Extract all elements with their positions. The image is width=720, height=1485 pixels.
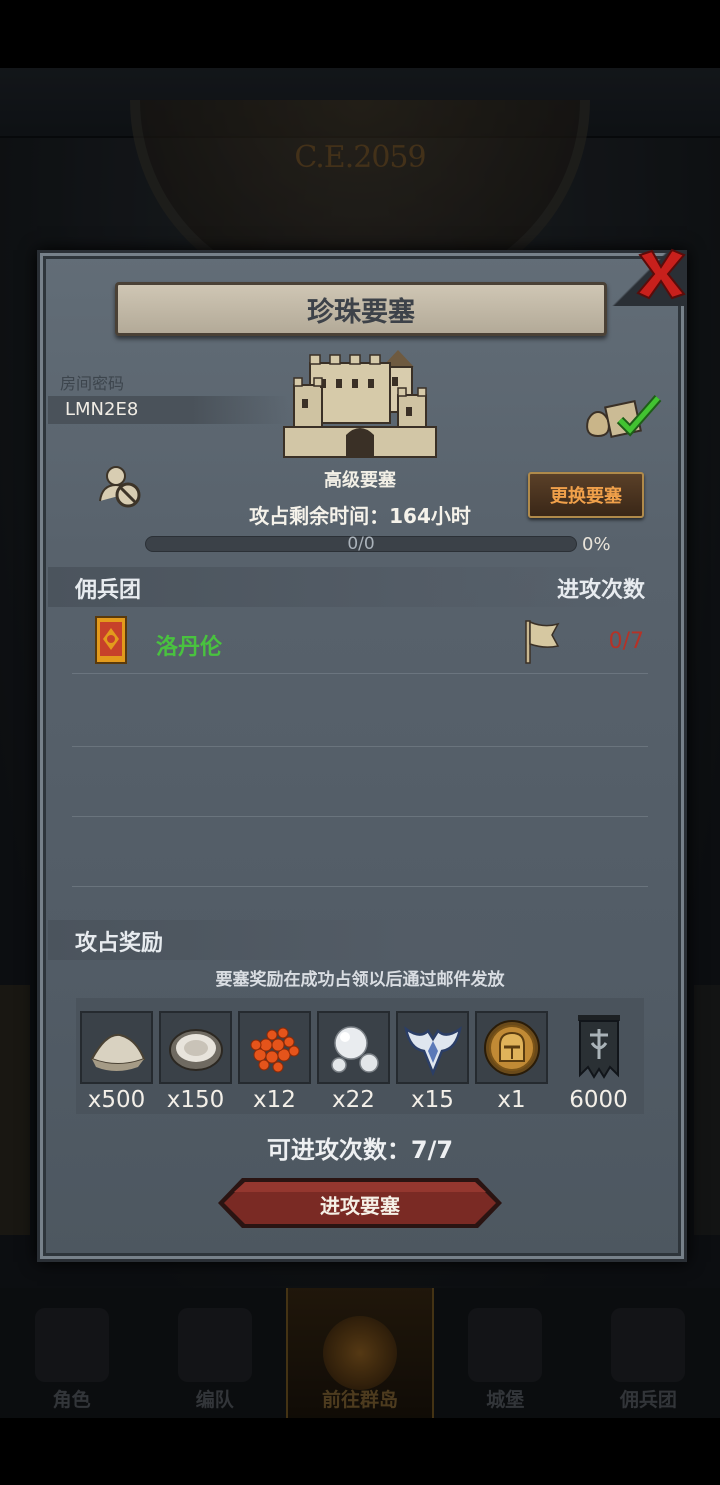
divider [72,886,648,887]
reward-item[interactable]: x22 [317,1011,390,1113]
table-row[interactable]: 洛丹伦 0/7 [72,612,648,674]
fish-roe-icon [250,1027,299,1072]
reward-item[interactable]: 6000 [562,1011,635,1113]
winged-emblem-icon [403,1025,462,1076]
knight-medal-icon [483,1019,540,1076]
change-fortress-label: 更换要塞 [550,486,622,507]
progress-text: 0/0 [347,534,375,554]
guild-banner-icon [577,1014,620,1079]
mercenary-header: 佣兵团 [75,578,142,603]
reward-slot [238,1011,311,1084]
attack-count-header: 进攻次数 [556,578,645,603]
rewards-header: 攻占奖励 [75,931,164,956]
supply-check-icon[interactable] [582,390,664,440]
reward-item[interactable]: x150 [159,1011,232,1113]
divider [72,746,648,747]
reward-item[interactable]: x1 [475,1011,548,1113]
title-banner: 珍珠要塞 [115,282,607,336]
reward-item[interactable]: x12 [238,1011,311,1113]
room-code-label: 房间密码 [60,374,125,393]
guild-banner-icon [95,616,127,664]
rewards-note: 要塞奖励在成功占领以后通过邮件发放 [215,970,505,990]
reward-item[interactable]: x15 [396,1011,469,1113]
reward-slot [396,1011,469,1084]
reward-quantity: 6000 [569,1087,628,1113]
pearl-icon [330,1025,379,1073]
occupation-progress-bar: 0/0 [145,534,577,554]
time-remaining-label: 攻占剩余时间： [249,504,390,528]
reward-quantity: x12 [253,1087,296,1113]
reward-slot [317,1011,390,1084]
rice-pile-icon [90,1033,145,1071]
reward-slot [475,1011,548,1084]
progress-percent: 0% [582,534,611,555]
close-button[interactable] [632,245,690,303]
attack-fortress-button[interactable]: 进攻要塞 [216,1176,504,1230]
reward-slot [159,1011,232,1084]
system-nav-area [0,1418,720,1485]
oyster-icon [168,1028,223,1071]
flag-icon [525,620,560,664]
reward-quantity: x150 [166,1087,225,1113]
close-icon [636,248,686,300]
page-title: 珍珠要塞 [307,296,415,328]
fortress-castle-icon [283,350,437,458]
status-bar [0,0,720,68]
attack-fortress-label: 进攻要塞 [320,1194,400,1218]
reward-quantity: x22 [332,1087,375,1113]
guild-attack-count: 0/7 [608,629,644,654]
reward-item[interactable]: x500 [80,1011,153,1113]
reward-slot [562,1011,635,1084]
divider [72,816,648,817]
guild-name: 洛丹伦 [156,635,223,660]
remaining-attempts: 可进攻次数：7/7 [266,1136,454,1164]
change-fortress-button[interactable]: 更换要塞 [528,472,644,518]
room-code-value[interactable]: LMN2E8 [65,399,138,420]
reward-slot [80,1011,153,1084]
reward-quantity: x500 [87,1087,146,1113]
leave-fortress-icon[interactable] [96,463,144,509]
reward-quantity: x1 [497,1087,526,1113]
time-remaining-value: 164小时 [389,504,471,528]
reward-quantity: x15 [411,1087,454,1113]
